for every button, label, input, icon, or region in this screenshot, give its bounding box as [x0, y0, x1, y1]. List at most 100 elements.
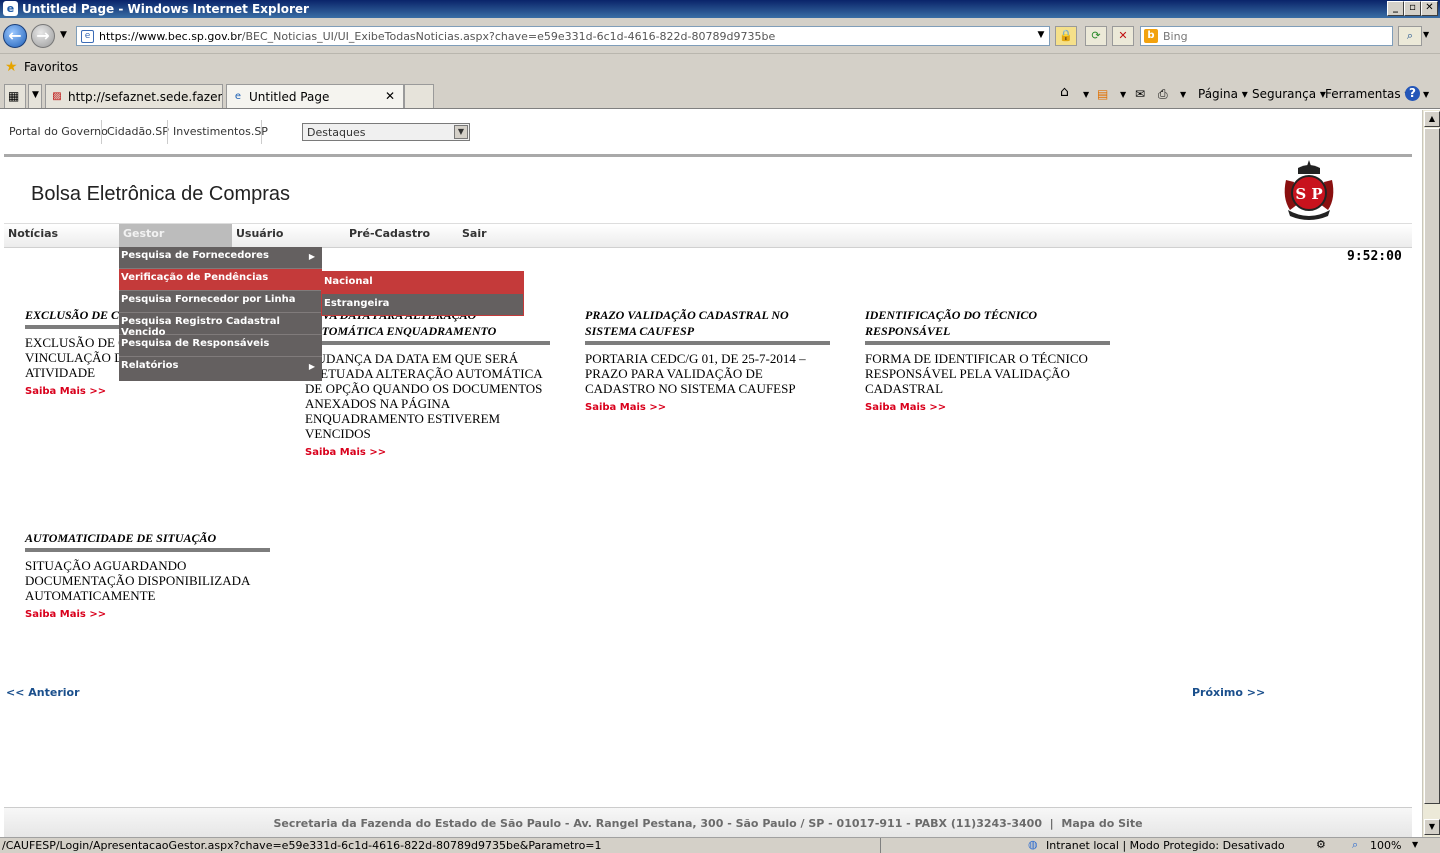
status-panel [880, 838, 1020, 853]
forward-button[interactable]: → [31, 24, 55, 48]
mail-icon[interactable]: ✉ [1135, 87, 1145, 101]
tools-menu[interactable]: Ferramentas ▾ [1325, 87, 1410, 101]
news-body: MUDANÇA DA DATA EM QUE SERÁ EFETUADA ALT… [305, 351, 543, 441]
menu-usuario[interactable]: Usuário [232, 224, 345, 248]
gestor-dropdown: Pesquisa de Fornecedores ▶ Verificação de… [119, 247, 322, 381]
globe-icon: ◍ [1028, 838, 1038, 851]
footer-address: Secretaria da Fazenda do Estado de São P… [273, 817, 1042, 830]
news-body: SITUAÇÃO AGUARDANDO DOCUMENTAÇÃO DISPONI… [25, 558, 250, 603]
news-card: IDENTIFICAÇÃO DO TÉCNICO RESPONSÁVEL FOR… [865, 307, 1110, 413]
tab-bar: ▦ ▼ ▨http://sefaznet.sede.fazend... eUnt… [0, 81, 1440, 109]
submenu-estrangeira[interactable]: Estrangeira [322, 294, 523, 316]
link-divider [261, 120, 262, 144]
submenu-arrow-icon: ▶ [308, 252, 315, 261]
chevron-down-icon: ▼ [454, 125, 468, 139]
page-menu[interactable]: Página ▾ [1198, 87, 1248, 101]
news-card: PRAZO VALIDAÇÃO CADASTRAL NO SISTEMA CAU… [585, 307, 830, 413]
scroll-down-icon[interactable]: ▼ [1424, 819, 1440, 835]
status-bar: /CAUFESP/Login/ApresentacaoGestor.aspx?c… [0, 837, 1440, 853]
zoom-dropdown-icon[interactable]: ▼ [1412, 840, 1418, 849]
link-investimentos-sp[interactable]: Investimentos.SP [173, 125, 268, 138]
minimize-button[interactable]: _ [1387, 1, 1404, 16]
feeds-dropdown-icon[interactable]: ▼ [1120, 90, 1126, 99]
clock: 9:52:00 [1347, 249, 1402, 264]
footer-separator: | [1049, 817, 1054, 830]
saiba-mais-link[interactable]: Saiba Mais >> [585, 402, 830, 413]
saiba-mais-link[interactable]: Saiba Mais >> [305, 447, 550, 458]
main-menu: Notícias Gestor Usuário Pré-Cadastro Sai… [4, 223, 1412, 248]
search-input[interactable]: b Bing [1140, 26, 1393, 46]
menu-pesquisa-responsaveis[interactable]: Pesquisa de Responsáveis [119, 335, 322, 357]
back-button[interactable]: ← [3, 24, 27, 48]
sitemap-link[interactable]: Mapa do Site [1061, 817, 1142, 830]
help-dropdown-icon[interactable]: ▼ [1423, 90, 1429, 99]
home-dropdown-icon[interactable]: ▼ [1083, 90, 1089, 99]
menu-noticias[interactable]: Notícias [4, 224, 117, 248]
sp-state-seal-logo: S P [1284, 160, 1334, 220]
news-body: PORTARIA CEDC/G 01, DE 25-7-2014 – PRAZO… [585, 351, 806, 396]
destaques-select[interactable]: Destaques ▼ [302, 123, 470, 141]
restore-button[interactable]: ▫ [1404, 1, 1421, 16]
link-divider [167, 120, 168, 144]
close-window-button[interactable]: ✕ [1421, 1, 1438, 16]
submenu-nacional[interactable]: Nacional [322, 272, 523, 294]
pendencias-submenu: Nacional Estrangeira [321, 271, 524, 316]
star-icon: ★ [5, 59, 18, 75]
footer: Secretaria da Fazenda do Estado de São P… [4, 808, 1412, 837]
address-bar[interactable]: e https://www.bec.sp.gov.br/BEC_Noticias… [76, 26, 1050, 46]
status-url: /CAUFESP/Login/ApresentacaoGestor.aspx?c… [2, 839, 602, 852]
refresh-icon[interactable]: ⟳ [1085, 26, 1107, 46]
security-menu[interactable]: Segurança ▾ [1252, 87, 1326, 101]
zoom-level[interactable]: 100% [1370, 839, 1401, 852]
zone-settings-icon[interactable]: ⚙ [1316, 838, 1326, 851]
menu-gestor[interactable]: Gestor [119, 224, 232, 248]
menu-verificacao-pendencias[interactable]: Verificação de Pendências [119, 269, 322, 291]
news-title: PRAZO VALIDAÇÃO CADASTRAL NO SISTEMA CAU… [585, 307, 830, 345]
saiba-mais-link[interactable]: Saiba Mais >> [25, 609, 270, 620]
news-card: NOVA DATA PARA ALTERAÇÃO AUTOMÁTICA ENQU… [305, 307, 550, 458]
menu-pesquisa-fornecedor-linha[interactable]: Pesquisa Fornecedor por Linha [119, 291, 322, 313]
news-card: AUTOMATICIDADE DE SITUAÇÃO SITUAÇÃO AGUA… [25, 530, 270, 620]
lock-icon[interactable]: 🔒 [1055, 26, 1077, 46]
feeds-icon[interactable]: ▤ [1097, 87, 1108, 101]
page-icon: e [81, 30, 94, 43]
search-options-icon[interactable]: ▼ [1423, 30, 1429, 39]
window-title: Untitled Page - Windows Internet Explore… [22, 2, 309, 16]
quick-tabs-icon[interactable]: ▦ [4, 84, 26, 108]
scroll-thumb[interactable] [1424, 128, 1440, 804]
next-page-link[interactable]: Próximo >> [1192, 686, 1265, 699]
menu-pre-cadastro[interactable]: Pré-Cadastro [345, 224, 458, 248]
new-tab-button[interactable] [404, 84, 434, 108]
site-title: Bolsa Eletrônica de Compras [31, 183, 291, 205]
previous-page-link[interactable]: << Anterior [6, 686, 80, 699]
history-dropdown-icon[interactable]: ▼ [60, 30, 67, 40]
security-zone[interactable]: Intranet local | Modo Protegido: Desativ… [1046, 839, 1285, 852]
saiba-mais-link[interactable]: Saiba Mais >> [25, 386, 270, 397]
menu-pesquisa-registro-vencido[interactable]: Pesquisa Registro Cadastral Vencido [119, 313, 322, 338]
search-icon[interactable]: ⌕ [1398, 26, 1422, 46]
menu-relatorios[interactable]: Relatórios ▶ [119, 357, 322, 379]
tab-sefaznet[interactable]: ▨http://sefaznet.sede.fazend... [45, 84, 223, 108]
menu-pesquisa-fornecedores[interactable]: Pesquisa de Fornecedores ▶ [119, 247, 322, 269]
navigation-toolbar: ← → ▼ e https://www.bec.sp.gov.br/BEC_No… [0, 18, 1440, 54]
vertical-scrollbar[interactable]: ▲ ▼ [1422, 110, 1440, 837]
print-icon[interactable]: ⎙ [1158, 87, 1168, 102]
stop-icon[interactable]: ✕ [1112, 26, 1134, 46]
tab-list-dropdown-icon[interactable]: ▼ [28, 84, 42, 108]
menu-sair[interactable]: Sair [458, 224, 571, 248]
print-dropdown-icon[interactable]: ▼ [1180, 90, 1186, 99]
saiba-mais-link[interactable]: Saiba Mais >> [865, 402, 1110, 413]
link-cidadao-sp[interactable]: Cidadão.SP [107, 125, 169, 138]
tab-untitled-page[interactable]: e Untitled Page ✕ [226, 84, 404, 108]
home-icon[interactable]: ⌂ [1060, 84, 1069, 100]
bing-icon: b [1144, 29, 1158, 43]
sefaznet-favicon: ▨ [52, 91, 62, 102]
favorites-button[interactable]: Favoritos [24, 60, 78, 74]
ie-logo-icon: e [3, 1, 18, 16]
ie-page-icon: e [234, 91, 242, 102]
address-dropdown-icon[interactable]: ▼ [1033, 26, 1049, 46]
help-icon[interactable]: ? [1405, 86, 1420, 101]
link-portal-governo[interactable]: Portal do Governo [9, 125, 108, 138]
close-tab-icon[interactable]: ✕ [385, 89, 395, 103]
scroll-up-icon[interactable]: ▲ [1424, 111, 1440, 127]
